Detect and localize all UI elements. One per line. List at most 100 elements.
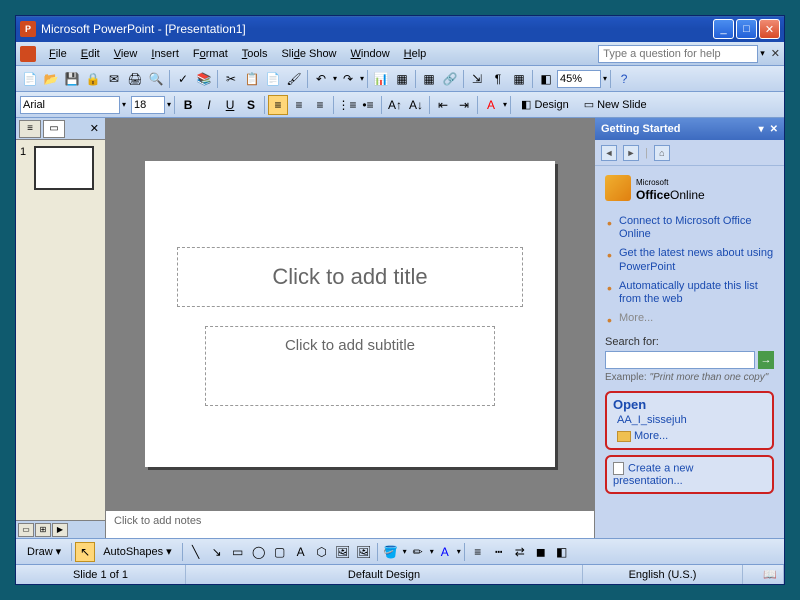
wordart-button[interactable]: A (291, 542, 311, 562)
cut-button[interactable]: ✂ (221, 69, 241, 89)
task-nav-home-button[interactable]: ⌂ (654, 145, 670, 161)
decrease-font-button[interactable]: A↓ (406, 95, 426, 115)
shadow-button[interactable]: S (241, 95, 261, 115)
open-more-link[interactable]: More... (613, 428, 766, 444)
zoom-dropdown-icon[interactable]: ▾ (603, 74, 607, 83)
undo-button[interactable]: ↶ (311, 69, 331, 89)
oval-button[interactable]: ◯ (249, 542, 269, 562)
tables-borders-button[interactable]: ▦ (419, 69, 439, 89)
select-objects-button[interactable]: ↖ (75, 542, 95, 562)
save-button[interactable]: 💾 (62, 69, 82, 89)
task-nav-back-button[interactable]: ◄ (601, 145, 617, 161)
subtitle-placeholder[interactable]: Click to add subtitle (205, 326, 495, 406)
expand-all-button[interactable]: ⇲ (467, 69, 487, 89)
draw-menu-button[interactable]: Draw ▾ (20, 542, 68, 562)
line-button[interactable]: ╲ (186, 542, 206, 562)
dash-style-button[interactable]: ┅ (489, 542, 509, 562)
outline-close-button[interactable]: ✕ (87, 122, 102, 135)
menu-slideshow[interactable]: Slide Show (274, 46, 343, 62)
line-style-button[interactable]: ≡ (468, 542, 488, 562)
font-combo[interactable] (20, 96, 120, 114)
menu-tools[interactable]: Tools (235, 46, 275, 62)
help-search-input[interactable] (598, 45, 758, 63)
arrow-button[interactable]: ↘ (207, 542, 227, 562)
increase-indent-button[interactable]: ⇥ (454, 95, 474, 115)
research-button[interactable]: 📚 (194, 69, 214, 89)
menu-view[interactable]: View (107, 46, 145, 62)
link-latest-news[interactable]: Get the latest news about using PowerPoi… (605, 244, 774, 276)
slide[interactable]: Click to add title Click to add subtitle (145, 161, 555, 467)
font-color-button[interactable]: A (481, 95, 501, 115)
spellcheck-button[interactable]: ✓ (173, 69, 193, 89)
autoshapes-button[interactable]: AutoShapes ▾ (96, 542, 178, 562)
outline-tab-slides[interactable]: ▭ (43, 120, 65, 138)
font-color-draw-dropdown-icon[interactable]: ▾ (457, 547, 461, 556)
rectangle-button[interactable]: ▭ (228, 542, 248, 562)
increase-font-button[interactable]: A↑ (385, 95, 405, 115)
diagram-button[interactable]: ⬡ (312, 542, 332, 562)
help-button[interactable]: ? (614, 69, 634, 89)
redo-button[interactable]: ↷ (338, 69, 358, 89)
align-right-button[interactable]: ≡ (310, 95, 330, 115)
copy-button[interactable]: 📋 (242, 69, 262, 89)
menu-insert[interactable]: Insert (144, 46, 186, 62)
3d-style-button[interactable]: ◧ (552, 542, 572, 562)
outline-tab-outline[interactable]: ≡ (19, 120, 41, 138)
search-go-button[interactable]: → (758, 351, 774, 369)
new-slide-button[interactable]: ▭New Slide (577, 95, 654, 115)
open-recent-file[interactable]: AA_I_sissejuh (613, 412, 766, 428)
underline-button[interactable]: U (220, 95, 240, 115)
show-formatting-button[interactable]: ¶ (488, 69, 508, 89)
insert-table-button[interactable]: ▦ (392, 69, 412, 89)
fill-dropdown-icon[interactable]: ▾ (403, 547, 407, 556)
font-size-combo[interactable] (131, 96, 165, 114)
textbox-button[interactable]: ▢ (270, 542, 290, 562)
zoom-combo[interactable] (557, 70, 601, 88)
line-color-button[interactable]: ✏ (408, 542, 428, 562)
insert-picture-button[interactable]: 🖼 (354, 542, 374, 562)
link-auto-update[interactable]: Automatically update this list from the … (605, 277, 774, 309)
color-grayscale-button[interactable]: ◧ (536, 69, 556, 89)
menu-window[interactable]: Window (344, 46, 397, 62)
italic-button[interactable]: I (199, 95, 219, 115)
help-search-dropdown-icon[interactable]: ▾ (760, 48, 765, 59)
close-button[interactable]: ✕ (759, 19, 780, 39)
status-spellcheck-icon[interactable]: 📖 (743, 565, 784, 584)
notes-pane[interactable]: Click to add notes (106, 510, 594, 538)
menu-file[interactable]: File (42, 46, 74, 62)
task-pane-dropdown-icon[interactable]: ▾ (759, 124, 764, 135)
bullets-button[interactable]: •≡ (358, 95, 378, 115)
new-button[interactable]: 📄 (20, 69, 40, 89)
sorter-view-button[interactable]: ⊞ (35, 523, 51, 537)
align-center-button[interactable]: ≡ (289, 95, 309, 115)
bold-button[interactable]: B (178, 95, 198, 115)
show-grid-button[interactable]: ▦ (509, 69, 529, 89)
open-button[interactable]: 📂 (41, 69, 61, 89)
permission-button[interactable]: 🔒 (83, 69, 103, 89)
design-button[interactable]: ◧Design (514, 95, 576, 115)
arrow-style-button[interactable]: ⇄ (510, 542, 530, 562)
menu-edit[interactable]: Edit (74, 46, 107, 62)
paste-button[interactable]: 📄 (263, 69, 283, 89)
decrease-indent-button[interactable]: ⇤ (433, 95, 453, 115)
maximize-button[interactable]: □ (736, 19, 757, 39)
title-placeholder[interactable]: Click to add title (177, 247, 523, 307)
align-left-button[interactable]: ≡ (268, 95, 288, 115)
link-connect-office-online[interactable]: Connect to Microsoft Office Online (605, 212, 774, 244)
font-color-dropdown-icon[interactable]: ▾ (503, 100, 507, 109)
undo-dropdown-icon[interactable]: ▾ (333, 74, 337, 83)
font-dropdown-icon[interactable]: ▾ (122, 100, 126, 109)
email-button[interactable]: ✉ (104, 69, 124, 89)
create-new-presentation-link[interactable]: Create a new presentation... (613, 462, 766, 487)
search-input[interactable] (605, 351, 755, 369)
print-preview-button[interactable]: 🔍 (146, 69, 166, 89)
print-button[interactable]: 🖨 (125, 69, 145, 89)
fill-color-button[interactable]: 🪣 (381, 542, 401, 562)
task-nav-forward-button[interactable]: ► (623, 145, 639, 161)
shadow-style-button[interactable]: ◼ (531, 542, 551, 562)
insert-chart-button[interactable]: 📊 (371, 69, 391, 89)
format-painter-button[interactable]: 🖌 (284, 69, 304, 89)
slide-thumbnail-1[interactable] (34, 146, 94, 190)
line-color-dropdown-icon[interactable]: ▾ (430, 547, 434, 556)
clipart-button[interactable]: 🖼 (333, 542, 353, 562)
